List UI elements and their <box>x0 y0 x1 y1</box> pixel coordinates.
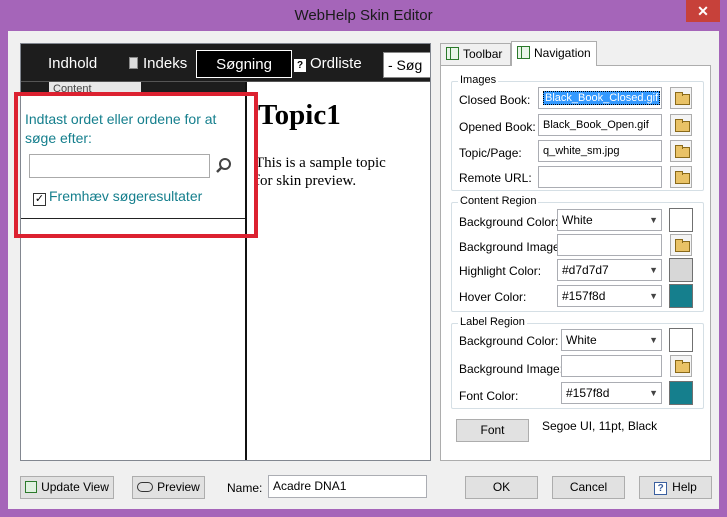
label-bg-color-value: White <box>566 333 597 347</box>
highlight-color-select[interactable]: #d7d7d7 ▼ <box>557 259 662 281</box>
font-color-select[interactable]: #157f8d ▼ <box>561 382 662 404</box>
name-field[interactable]: Acadre DNA1 <box>268 475 427 498</box>
question-icon: ? <box>294 59 306 72</box>
hover-color-label: Hover Color: <box>459 290 527 304</box>
window-title: WebHelp Skin Editor <box>294 7 433 24</box>
tab-navigation[interactable]: Navigation <box>511 41 597 66</box>
tab-navigation-label: Navigation <box>534 46 591 60</box>
remote-url-label: Remote URL: <box>459 171 532 185</box>
font-color-swatch[interactable] <box>669 381 693 405</box>
folder-icon[interactable] <box>670 234 692 256</box>
topic-page-label: Topic/Page: <box>459 146 522 160</box>
preview-tab-ordliste[interactable]: ? Ordliste <box>294 50 362 78</box>
highlight-color-label: Highlight Color: <box>459 264 542 278</box>
preview-tab-indeks-label: Indeks <box>143 55 188 72</box>
label-bg-color-swatch[interactable] <box>669 328 693 352</box>
cancel-button[interactable]: Cancel <box>552 476 625 499</box>
opened-book-label: Opened Book: <box>459 120 536 134</box>
content-bg-color-label: Background Color: <box>459 215 559 229</box>
help-button[interactable]: ? Help <box>639 476 712 499</box>
content-bg-color-value: White <box>562 213 593 227</box>
folder-icon[interactable] <box>670 140 692 162</box>
label-region-title: Label Region <box>458 316 527 328</box>
chevron-down-icon: ▼ <box>649 388 658 398</box>
chevron-down-icon: ▼ <box>649 291 658 301</box>
hover-color-swatch[interactable] <box>669 284 693 308</box>
hover-color-value: #157f8d <box>562 289 606 303</box>
opened-book-field[interactable]: Black_Book_Open.gif <box>538 114 662 136</box>
ok-button[interactable]: OK <box>465 476 538 499</box>
label-bg-image-field[interactable] <box>561 355 662 377</box>
highlight-color-swatch[interactable] <box>669 258 693 282</box>
topic-title: Topic1 <box>258 99 341 131</box>
navigation-tab-icon <box>517 46 530 59</box>
preview-tab-ordliste-label: Ordliste <box>310 55 362 72</box>
label-bg-color-select[interactable]: White ▼ <box>561 329 662 351</box>
content-bg-color-swatch[interactable] <box>669 208 693 232</box>
chevron-down-icon: ▼ <box>649 335 658 345</box>
highlight-color-value: #d7d7d7 <box>562 263 609 277</box>
toolbar-tab-icon <box>446 47 459 60</box>
tab-toolbar-label: Toolbar <box>463 47 503 61</box>
glasses-icon <box>137 482 154 492</box>
font-description: Segoe UI, 11pt, Black <box>542 419 658 433</box>
folder-icon[interactable] <box>670 355 692 377</box>
hover-color-select[interactable]: #157f8d ▼ <box>557 285 662 307</box>
remote-url-field[interactable] <box>538 166 662 188</box>
closed-book-value: Black_Book_Closed.gif <box>543 91 661 105</box>
topic-body: This is a sample topic for skin preview. <box>255 155 386 189</box>
label-bg-image-label: Background Image: <box>459 362 564 376</box>
label-bg-color-label: Background Color: <box>459 334 559 348</box>
chevron-down-icon: ▼ <box>649 215 658 225</box>
images-group-title: Images <box>458 74 499 86</box>
book-icon <box>129 57 138 69</box>
topic-page-field[interactable]: q_white_sm.jpg <box>538 140 662 162</box>
help-icon: ? <box>654 482 668 495</box>
folder-icon[interactable] <box>670 114 692 136</box>
help-label: Help <box>672 480 697 494</box>
content-bg-image-label: Background Image: <box>459 240 564 254</box>
close-button[interactable]: ✕ <box>686 0 720 22</box>
preview-search-combo[interactable]: - Søg <box>383 52 430 78</box>
folder-icon[interactable] <box>670 87 692 109</box>
content-region-title: Content Region <box>458 195 539 207</box>
refresh-icon <box>25 481 38 493</box>
preview-button[interactable]: Preview <box>132 476 205 499</box>
preview-label: Preview <box>157 480 200 494</box>
font-color-value: #157f8d <box>566 386 610 400</box>
preview-toolbar: Indhold Indeks Søgning ? Ordliste - Søg <box>21 44 430 82</box>
folder-icon[interactable] <box>670 166 692 188</box>
closed-book-label: Closed Book: <box>459 93 531 107</box>
chevron-down-icon: ▼ <box>649 265 658 275</box>
update-view-label: Update View <box>41 480 109 494</box>
preview-tab-sogning[interactable]: Søgning <box>196 50 292 78</box>
closed-book-field[interactable]: Black_Book_Closed.gif <box>538 87 662 109</box>
preview-tab-indhold[interactable]: Indhold <box>48 50 97 78</box>
content-bg-image-field[interactable] <box>557 234 662 256</box>
annotation-highlight-box <box>14 92 258 238</box>
update-view-button[interactable]: Update View <box>20 476 114 499</box>
name-label: Name: <box>227 481 263 495</box>
font-button[interactable]: Font <box>456 419 529 442</box>
preview-tab-indeks[interactable]: Indeks <box>129 50 187 78</box>
font-color-label: Font Color: <box>459 389 519 403</box>
tab-toolbar[interactable]: Toolbar <box>440 43 511 65</box>
content-bg-color-select[interactable]: White ▼ <box>557 209 662 231</box>
